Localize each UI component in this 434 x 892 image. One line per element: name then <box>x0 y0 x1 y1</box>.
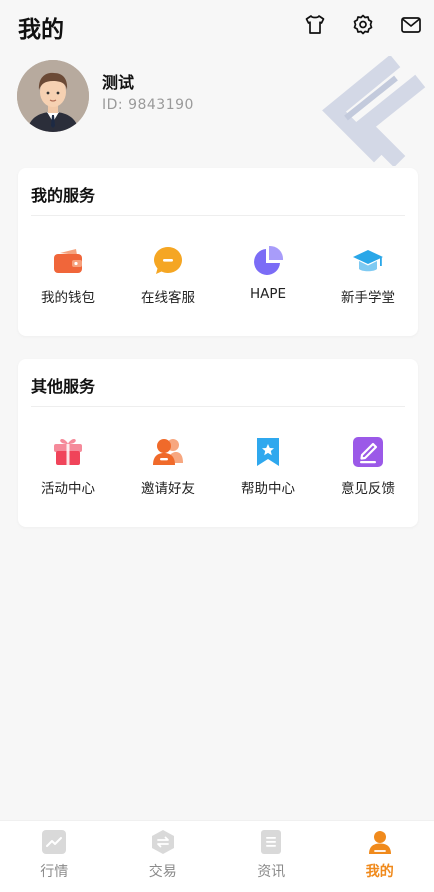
market-chart-icon <box>41 829 67 855</box>
invite-users-icon <box>151 435 185 469</box>
service-beginner-school[interactable]: 新手学堂 <box>318 244 418 306</box>
service-label: 活动中心 <box>41 481 95 497</box>
divider <box>31 215 405 216</box>
user-nickname: 测试 <box>102 73 135 92</box>
tab-label: 行情 <box>40 864 69 880</box>
service-invite-friends[interactable]: 邀请好友 <box>118 435 218 497</box>
service-label: 在线客服 <box>141 290 195 306</box>
my-services-card: 我的服务 我的钱包 在线客服 HAPE 新手学堂 <box>18 168 418 336</box>
edit-note-icon <box>351 435 385 469</box>
avatar[interactable] <box>17 60 89 132</box>
tab-label: 资讯 <box>257 864 286 880</box>
tab-label: 交易 <box>148 864 177 880</box>
tab-mine[interactable]: 我的 <box>326 821 434 892</box>
service-label: 新手学堂 <box>341 290 395 306</box>
other-services-card: 其他服务 活动中心 邀请好友 帮助中心 意见反馈 <box>18 359 418 527</box>
service-label: 意见反馈 <box>341 481 395 497</box>
brand-watermark-logo <box>294 56 434 166</box>
user-id: ID: 9843190 <box>102 97 194 113</box>
shirt-icon[interactable] <box>302 12 328 38</box>
other-services-title: 其他服务 <box>31 377 96 396</box>
wallet-icon <box>51 244 85 278</box>
service-label: HAPE <box>249 286 287 302</box>
service-online-support[interactable]: 在线客服 <box>118 244 218 306</box>
tab-label: 我的 <box>365 864 394 880</box>
gear-icon[interactable] <box>350 12 376 38</box>
chat-bubble-icon <box>151 244 185 278</box>
tab-market[interactable]: 行情 <box>0 821 109 892</box>
service-hape[interactable]: HAPE <box>218 244 318 306</box>
trade-exchange-icon <box>150 829 176 855</box>
my-services-title: 我的服务 <box>31 186 96 205</box>
bottom-tab-bar: 行情 交易 资讯 我的 <box>0 820 434 892</box>
profile-section: 测试 ID: 9843190 <box>0 56 434 166</box>
service-feedback[interactable]: 意见反馈 <box>318 435 418 497</box>
pie-chart-icon <box>251 244 285 278</box>
user-icon <box>367 829 393 855</box>
page-title: 我的 <box>18 17 64 43</box>
news-doc-icon <box>258 829 284 855</box>
top-header: 我的 <box>0 0 434 52</box>
graduation-cap-icon <box>351 244 385 278</box>
service-label: 帮助中心 <box>241 481 295 497</box>
service-my-wallet[interactable]: 我的钱包 <box>18 244 118 306</box>
service-label: 邀请好友 <box>141 481 195 497</box>
tab-trade[interactable]: 交易 <box>109 821 218 892</box>
mail-icon[interactable] <box>398 12 424 38</box>
divider <box>31 406 405 407</box>
tab-news[interactable]: 资讯 <box>217 821 326 892</box>
service-activity-center[interactable]: 活动中心 <box>18 435 118 497</box>
bookmark-star-icon <box>251 435 285 469</box>
gift-icon <box>51 435 85 469</box>
service-label: 我的钱包 <box>41 290 95 306</box>
service-help-center[interactable]: 帮助中心 <box>218 435 318 497</box>
